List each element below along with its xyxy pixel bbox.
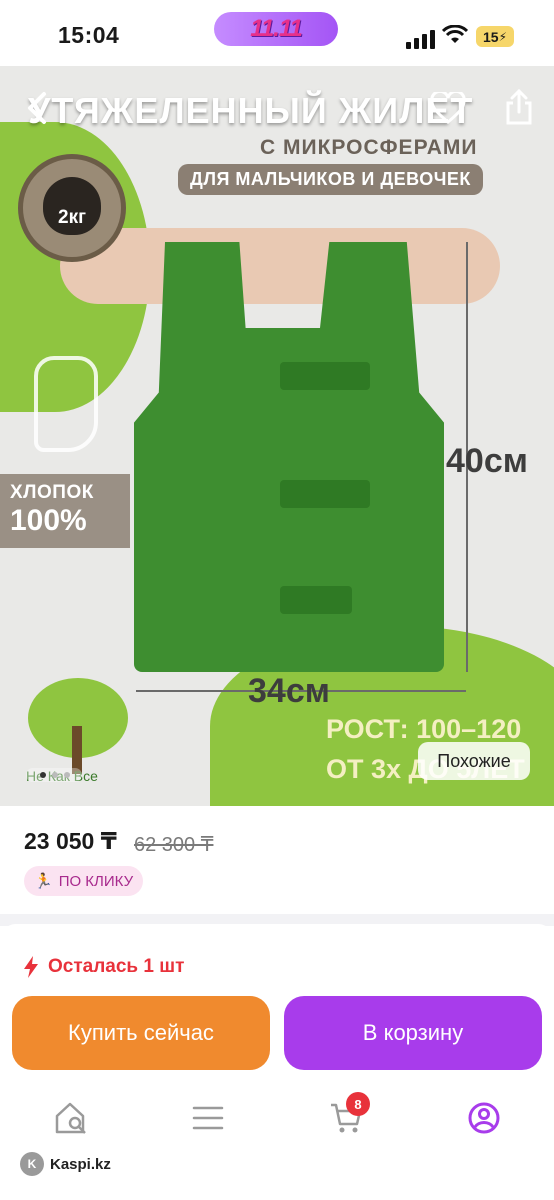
image-subtitle: С МИКРОСФЕРАМИ xyxy=(260,136,478,159)
arm-graphic xyxy=(60,228,500,304)
one-click-badge[interactable]: 🏃 ПО КЛИКУ xyxy=(24,866,144,896)
browser-domain: K Kaspi.kz xyxy=(20,1152,111,1176)
promo-label: 11.11 xyxy=(250,15,302,42)
favorite-heart-icon[interactable] xyxy=(428,88,468,128)
product-page: 15:04 11.11 15 ⚡ УТЯЖЕЛЕННЫЙ ЖИЛЕТ С МИКР… xyxy=(0,0,554,1200)
battery-level: 15 xyxy=(482,28,499,45)
height-range: РОСТ: 100–120 xyxy=(326,714,522,744)
product-image-gallery[interactable]: УТЯЖЕЛЕННЫЙ ЖИЛЕТ С МИКРОСФЕРАМИ ДЛЯ МАЛ… xyxy=(0,66,554,806)
add-to-cart-button[interactable]: В корзину xyxy=(284,996,542,1070)
one-click-label: ПО КЛИКУ xyxy=(58,872,134,890)
image-audience-badge: ДЛЯ МАЛЬЧИКОВ И ДЕВОЧЕК xyxy=(178,164,483,195)
running-person-icon: 🏃 xyxy=(34,873,53,890)
image-title: УТЯЖЕЛЕННЫЙ ЖИЛЕТ xyxy=(28,90,474,131)
sock-graphic xyxy=(34,356,98,452)
similar-button[interactable]: Похожие xyxy=(418,742,530,780)
share-icon[interactable] xyxy=(500,86,538,128)
current-price: 23 050 ₸ xyxy=(24,828,117,854)
status-time: 15:04 xyxy=(58,22,120,48)
vest-strap xyxy=(280,586,352,614)
status-bar: 15:04 11.11 15 ⚡ xyxy=(0,0,554,66)
battery-icon: 15 ⚡ xyxy=(476,26,514,47)
weight-label: 2кг xyxy=(58,207,86,228)
price-section: 23 050 ₸ 62 300 ₸ 🏃 ПО КЛИКУ xyxy=(0,806,554,914)
vest-strap xyxy=(280,480,370,508)
lightning-icon xyxy=(24,956,38,978)
old-price: 62 300 ₸ xyxy=(134,834,214,856)
width-dimension: 34см xyxy=(248,672,330,710)
kaspi-logo-icon: K xyxy=(20,1152,44,1176)
wifi-icon xyxy=(442,25,468,43)
catalog-icon[interactable] xyxy=(188,1098,228,1138)
cotton-label: ХЛОПОК xyxy=(10,482,94,503)
home-search-icon[interactable] xyxy=(52,1098,92,1138)
buy-now-button[interactable]: Купить сейчас xyxy=(12,996,270,1070)
signal-icon xyxy=(406,30,435,49)
domain-text: Kaspi.kz xyxy=(50,1155,111,1173)
cotton-percent: 100% xyxy=(10,504,87,537)
back-arrow-icon[interactable] xyxy=(18,88,58,128)
height-dimension: 40см xyxy=(446,442,528,480)
stock-text: Осталась 1 шт xyxy=(48,956,185,977)
promo-pill[interactable]: 11.11 xyxy=(214,12,338,46)
stock-status: Осталась 1 шт xyxy=(24,956,184,978)
tree-trunk xyxy=(72,726,82,774)
cart-count-badge: 8 xyxy=(346,1092,370,1116)
weight-badge: 2кг xyxy=(18,154,126,262)
cotton-badge: ХЛОПОК 100% xyxy=(0,474,130,548)
bottom-navigation: 8 K Kaspi.kz xyxy=(0,1084,554,1200)
profile-icon[interactable] xyxy=(464,1098,504,1138)
gallery-pagination-dots xyxy=(26,768,82,782)
vest-strap xyxy=(280,362,370,390)
